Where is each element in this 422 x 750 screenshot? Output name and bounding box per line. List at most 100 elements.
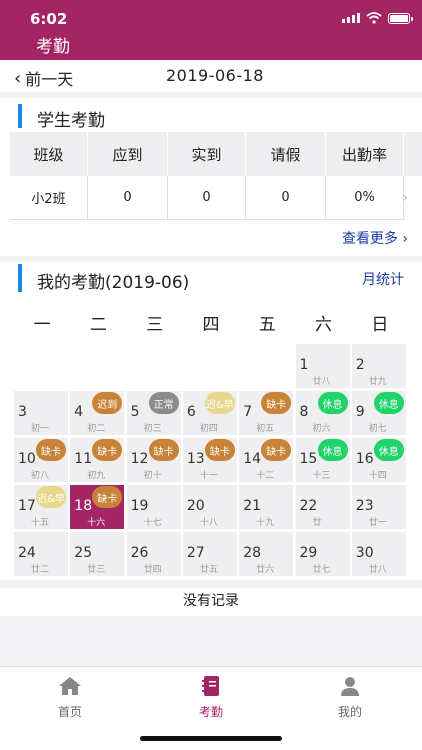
calendar-day[interactable]: 6 初四 迟&早 [182,391,237,435]
calendar-day[interactable]: 25 廿三 [70,532,125,576]
calendar-day[interactable]: 26 廿四 [126,532,181,576]
status-badge: 缺卡 [148,439,179,461]
calendar-day[interactable]: 5 初三 正常 [126,391,181,435]
calendar-day[interactable]: 28 廿六 [239,532,294,576]
day-number: 14 [243,451,262,467]
day-number: 23 [355,498,374,514]
tab-label: 我的 [337,705,362,719]
weekday-label: 三 [146,315,164,335]
calendar-day[interactable]: 18 十六 缺卡 [70,485,125,529]
monthly-stats-link[interactable]: 月统计 [362,269,404,289]
lunar-date: 廿 [312,518,322,528]
calendar-day[interactable]: 23 廿一 [351,485,406,529]
status-time: 6:02 [30,10,68,28]
current-date: 2019-06-18 [166,66,264,85]
status-badge: 缺卡 [92,486,123,508]
calendar-day[interactable]: 24 廿二 [14,532,68,576]
lunar-date: 廿二 [31,565,50,575]
tab-label: 首页 [57,705,82,719]
chevron-left-icon: ‹ [14,67,22,89]
calendar-day[interactable]: 10 初八 缺卡 [14,438,68,482]
calendar-day[interactable]: 30 廿八 [351,532,406,576]
lunar-date: 廿八 [312,377,331,387]
calendar-day[interactable]: 2 廿九 [351,344,406,388]
day-number: 1 [299,357,309,373]
calendar-day[interactable]: 14 十二 缺卡 [239,438,294,482]
table-row[interactable]: 小2班 0 0 0 0% [10,176,422,220]
status-badge: 缺卡 [36,439,66,461]
calendar-day[interactable]: 29 廿七 [295,532,350,576]
day-number: 28 [243,545,262,561]
weekday-label: 五 [258,315,276,335]
calendar-day[interactable]: 22 廿 [295,485,350,529]
calendar-day[interactable]: 3 初一 [14,391,68,435]
section-accent-bar [18,264,22,292]
lunar-date: 十九 [256,518,275,528]
weekday-label: 日 [371,315,389,335]
calendar-day[interactable]: 1 廿八 [295,344,350,388]
lunar-date: 十四 [368,471,387,481]
cell-leave: 0 [246,176,326,220]
prev-day-button[interactable]: ‹ 前一天 [14,66,73,90]
see-more-label: 查看更多 [341,231,398,247]
calendar-day[interactable]: 15 十三 休息 [295,438,350,482]
day-number: 30 [355,545,374,561]
weekday-label: 二 [89,315,107,335]
student-attendance-table: 班级 应到 实到 请假 出勤率 小2班 0 0 0 0% [10,132,422,220]
status-badge: 迟到 [92,392,123,414]
lunar-date: 十一 [199,471,218,481]
calendar-day[interactable]: 8 初六 休息 [295,391,350,435]
scroll-right-icon[interactable]: › [402,190,408,206]
calendar-day[interactable]: 9 初七 休息 [351,391,406,435]
my-attendance-card: 我的考勤(2019-06) 月统计 一 二 三 四 五 六 日 1 廿八 2 廿九 3 初… [0,262,422,580]
day-number: 26 [130,545,149,561]
student-attendance-title: 学生考勤 [37,111,105,131]
tab-label: 考勤 [198,705,223,719]
app-header: 6:02 考勤 [0,0,422,60]
chevron-right-icon: › [402,231,408,247]
day-number: 18 [74,498,93,514]
calendar-day[interactable]: 7 初五 缺卡 [239,391,294,435]
day-number: 8 [299,404,309,420]
day-number: 29 [299,545,318,561]
calendar-day[interactable]: 19 十七 [126,485,181,529]
day-number: 17 [18,498,36,514]
calendar-day[interactable]: 27 廿五 [182,532,237,576]
calendar-day[interactable]: 20 十八 [182,485,237,529]
battery-icon [388,12,413,24]
status-badge: 正常 [148,392,179,414]
lunar-date: 初十 [143,471,162,481]
status-badge: 缺卡 [261,439,292,461]
calendar-day[interactable]: 12 初十 缺卡 [126,438,181,482]
col-leave: 请假 [246,132,326,176]
table-header: 班级 应到 实到 请假 出勤率 [10,132,422,176]
day-number: 20 [186,498,205,514]
calendar-day[interactable]: 13 十一 缺卡 [182,438,237,482]
status-badge: 迟&早 [204,392,235,414]
see-more-link[interactable]: 查看更多 › [342,228,408,248]
lunar-date: 初六 [312,424,331,434]
cell-class: 小2班 [10,176,88,220]
day-number: 16 [355,451,374,467]
col-class: 班级 [10,132,88,176]
calendar-day[interactable]: 11 初九 缺卡 [70,438,125,482]
lunar-date: 廿四 [143,565,162,575]
status-badge: 缺卡 [92,439,123,461]
calendar-day[interactable]: 17 十五 迟&早 [14,485,68,529]
tab-home[interactable]: 首页 [30,675,110,720]
weekday-label: 四 [202,315,220,335]
signal-icon [342,13,360,23]
day-number: 13 [186,451,205,467]
calendar-day[interactable]: 4 初二 迟到 [70,391,125,435]
calendar-day[interactable]: 16 十四 休息 [351,438,406,482]
status-indicators [342,12,413,24]
lunar-date: 廿七 [312,565,331,575]
cell-rate: 0% [326,176,404,220]
calendar-day[interactable]: 21 十九 [239,485,294,529]
page-title: 考勤 [36,37,70,57]
tab-mine[interactable]: 我的 [310,675,390,720]
lunar-date: 初三 [143,424,162,434]
tab-attendance[interactable]: 考勤 [171,675,251,720]
day-number: 19 [130,498,149,514]
weekday-header: 一 二 三 四 五 六 日 [14,310,408,335]
